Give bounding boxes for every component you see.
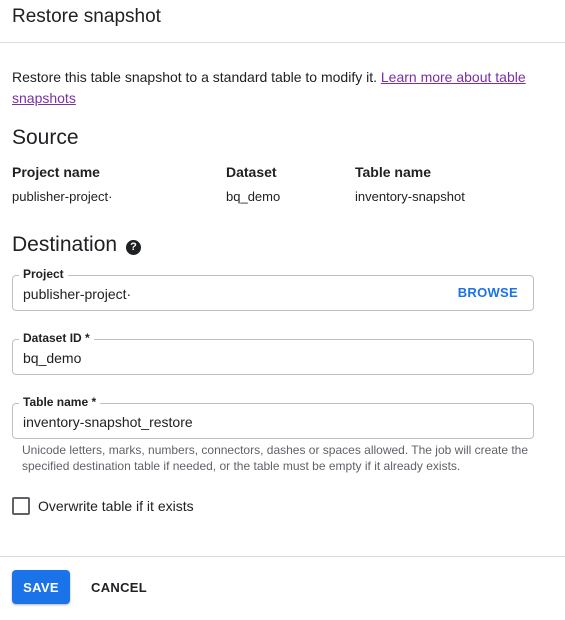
source-table-label: Table name bbox=[355, 164, 431, 180]
table-name-hint: Unicode letters, marks, numbers, connect… bbox=[22, 443, 529, 473]
dataset-id-value[interactable]: bq_demo bbox=[23, 349, 81, 367]
help-icon[interactable]: ? bbox=[126, 240, 141, 255]
dialog-footer-divider bbox=[0, 556, 565, 557]
intro-text: Restore this table snapshot to a standar… bbox=[12, 67, 552, 109]
cancel-button[interactable]: CANCEL bbox=[86, 570, 152, 604]
source-dataset: Dataset bq_demo bbox=[226, 164, 280, 204]
source-dataset-label: Dataset bbox=[226, 164, 277, 180]
table-name-value[interactable]: inventory-snapshot_restore bbox=[23, 413, 193, 431]
source-project: Project name publisher-project· bbox=[12, 164, 112, 204]
table-name-label: Table name * bbox=[19, 394, 101, 410]
source-project-value: publisher-project· bbox=[12, 189, 113, 204]
dataset-id-field[interactable]: Dataset ID * bq_demo bbox=[12, 330, 534, 375]
destination-section-title: Destination bbox=[12, 233, 118, 256]
save-button[interactable]: SAVE bbox=[12, 570, 70, 604]
overwrite-label[interactable]: Overwrite table if it exists bbox=[38, 498, 194, 514]
project-field-value[interactable]: publisher-project· bbox=[23, 285, 131, 303]
source-table-value: inventory-snapshot bbox=[355, 189, 465, 204]
source-table: Table name inventory-snapshot bbox=[355, 164, 465, 204]
project-field-label: Project bbox=[19, 266, 68, 282]
source-project-label: Project name bbox=[12, 164, 100, 180]
table-name-field[interactable]: Table name * inventory-snapshot_restore bbox=[12, 394, 534, 439]
project-field[interactable]: Project publisher-project· BROWSE bbox=[12, 266, 534, 311]
dialog-title: Restore snapshot bbox=[12, 6, 161, 27]
intro-description: Restore this table snapshot to a standar… bbox=[12, 69, 381, 85]
source-section-title: Source bbox=[12, 126, 79, 149]
dataset-id-label: Dataset ID * bbox=[19, 330, 94, 346]
dialog-header: Restore snapshot bbox=[0, 0, 565, 43]
overwrite-checkbox[interactable] bbox=[12, 497, 30, 515]
overwrite-option[interactable]: Overwrite table if it exists bbox=[12, 497, 194, 515]
browse-button[interactable]: BROWSE bbox=[458, 285, 518, 300]
source-dataset-value: bq_demo bbox=[226, 189, 281, 204]
